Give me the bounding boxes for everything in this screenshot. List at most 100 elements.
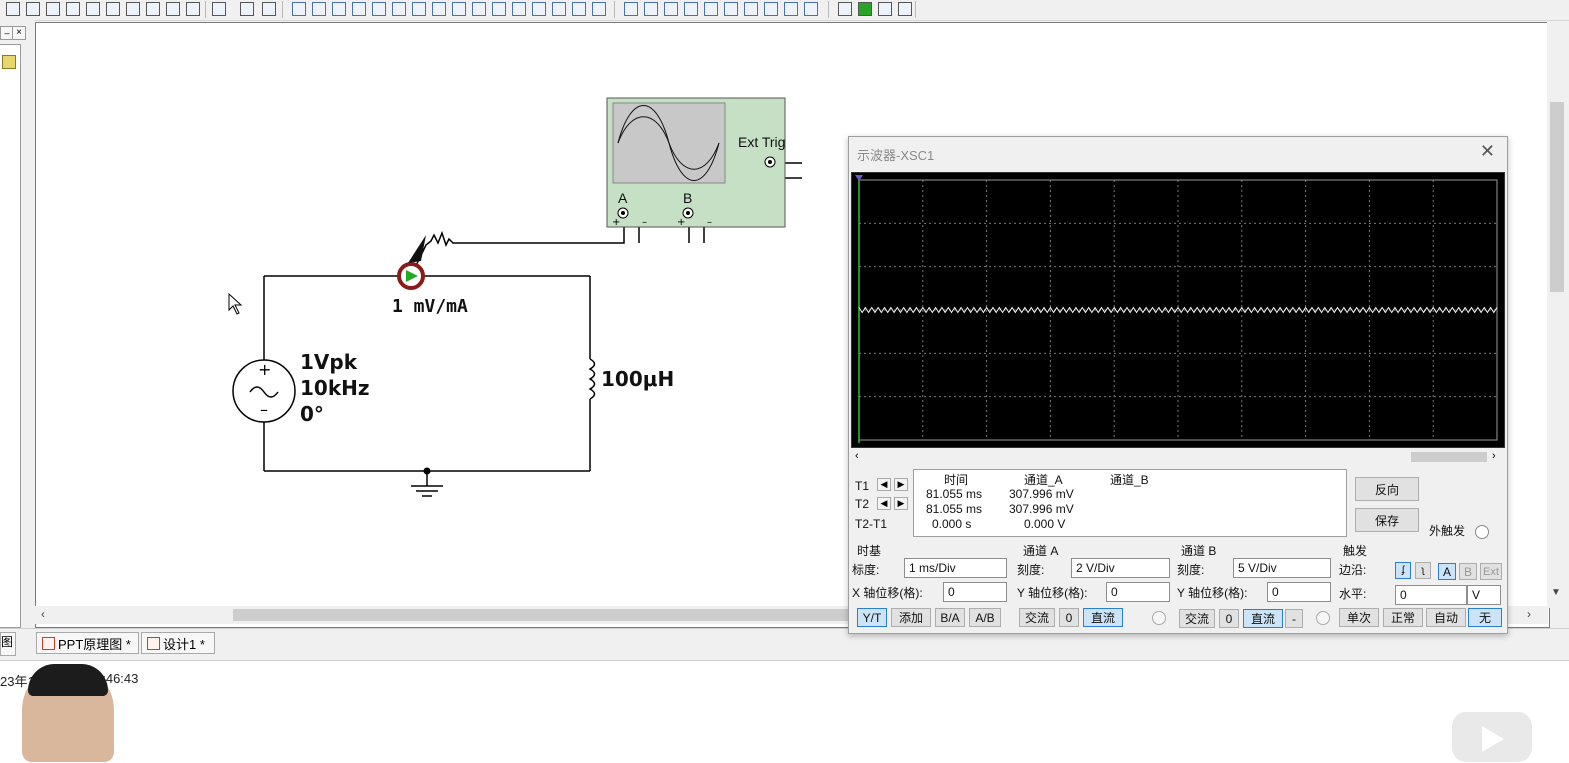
toolbar-tool-icon[interactable] <box>858 2 872 16</box>
toolbar-tool-icon[interactable] <box>432 2 446 16</box>
toolbar-tool-icon[interactable] <box>552 2 566 16</box>
trigger-source-b-button[interactable]: B <box>1459 563 1477 580</box>
scroll-right-arrow-icon[interactable]: › <box>1527 607 1531 621</box>
channel-b-dc-button[interactable]: 直流 <box>1243 609 1283 628</box>
toolbar-tool-icon[interactable] <box>312 2 326 16</box>
rising-edge-icon[interactable]: ʄ <box>1395 562 1411 579</box>
trigger-level-field[interactable]: 0 <box>1395 585 1467 605</box>
toolbar-tool-icon[interactable] <box>46 2 60 16</box>
toolbar-tool-icon[interactable] <box>332 2 346 16</box>
channel-a-radio[interactable] <box>1152 611 1166 625</box>
toolbar-tool-icon[interactable] <box>624 2 638 16</box>
t2-right-arrow-icon[interactable]: ▶ <box>894 497 908 510</box>
channel-a-dc-button[interactable]: 直流 <box>1083 608 1123 627</box>
toolbar-tool-icon[interactable] <box>6 2 20 16</box>
trigger-level-unit[interactable]: V <box>1467 585 1501 605</box>
toolbar-tool-icon[interactable] <box>106 2 120 16</box>
toolbar-tool-icon[interactable] <box>212 2 226 16</box>
toolbar-tool-icon[interactable] <box>262 2 276 16</box>
toolbar-tool-icon[interactable] <box>66 2 80 16</box>
horizontal-scroll-thumb[interactable] <box>233 609 853 621</box>
toolbar-tool-icon[interactable] <box>664 2 678 16</box>
toolbar-tool-icon[interactable] <box>186 2 200 16</box>
vertical-scroll-thumb[interactable] <box>1550 102 1564 292</box>
channel-b-ac-button[interactable]: 交流 <box>1179 609 1215 628</box>
channel-a-scale-field[interactable]: 2 V/Div <box>1071 558 1170 578</box>
t1-right-arrow-icon[interactable]: ▶ <box>894 478 908 491</box>
toolbar-tool-icon[interactable] <box>784 2 798 16</box>
toolbar-tool-icon[interactable] <box>292 2 306 16</box>
t2-left-arrow-icon[interactable]: ◀ <box>877 497 891 510</box>
toolbar-tool-icon[interactable] <box>684 2 698 16</box>
toolbar-tool-icon[interactable] <box>744 2 758 16</box>
scroll-right-arrow-icon[interactable]: › <box>1492 450 1496 462</box>
tab-design1[interactable]: 设计1 * <box>141 632 215 654</box>
toolbar-tool-icon[interactable] <box>352 2 366 16</box>
channel-b-zero-button[interactable]: 0 <box>1219 609 1239 628</box>
toolbar-tool-icon[interactable] <box>592 2 606 16</box>
screen-scrollbar[interactable]: ‹ › <box>851 449 1503 465</box>
channel-a-ypos-field[interactable]: 0 <box>1106 582 1170 602</box>
channel-b-radio[interactable] <box>1316 611 1330 625</box>
toolbar-tool-icon[interactable] <box>472 2 486 16</box>
t1-left-arrow-icon[interactable]: ◀ <box>877 478 891 491</box>
add-mode-button[interactable]: 添加 <box>891 608 931 627</box>
ab-mode-button[interactable]: A/B <box>969 608 1001 627</box>
ext-trigger-radio[interactable] <box>1475 525 1489 539</box>
toolbar-tool-icon[interactable] <box>126 2 140 16</box>
channel-a-zero-button[interactable]: 0 <box>1059 608 1079 627</box>
toolbar-tool-icon[interactable] <box>392 2 406 16</box>
video-play-icon[interactable] <box>1452 712 1532 762</box>
oscilloscope-window[interactable]: 示波器-XSC1 ✕ ‹ › T1 T2 T2-T1 ◀ ▶ ◀ ▶ 时间 通道… <box>848 136 1508 634</box>
save-button[interactable]: 保存 <box>1355 508 1419 532</box>
toolbar-tool-icon[interactable] <box>838 2 852 16</box>
toolbar-tool-icon[interactable] <box>724 2 738 16</box>
toolbar-tool-icon[interactable] <box>146 2 160 16</box>
toolbar-tool-icon[interactable] <box>412 2 426 16</box>
toolbar-tool-icon[interactable] <box>878 2 892 16</box>
scroll-left-arrow-icon[interactable]: ‹ <box>41 607 45 621</box>
scroll-down-arrow-icon[interactable]: ▼ <box>1551 587 1561 598</box>
trigger-auto-button[interactable]: 自动 <box>1426 608 1466 627</box>
folder-icon[interactable] <box>2 55 16 69</box>
oscilloscope-screen[interactable] <box>851 172 1505 448</box>
toolbar-tool-icon[interactable] <box>492 2 506 16</box>
trigger-normal-button[interactable]: 正常 <box>1383 608 1423 627</box>
vertical-scrollbar[interactable]: ▼ <box>1547 22 1567 608</box>
toolbar-tool-icon[interactable] <box>166 2 180 16</box>
channel-b-ypos-field[interactable]: 0 <box>1267 582 1331 602</box>
yt-mode-button[interactable]: Y/T <box>857 608 887 627</box>
timebase-scale-field[interactable]: 1 ms/Div <box>904 558 1007 578</box>
close-icon[interactable]: ✕ <box>1480 141 1495 162</box>
reverse-button[interactable]: 反向 <box>1355 477 1419 501</box>
channel-b-invert-button[interactable]: - <box>1285 609 1303 628</box>
x-position-field[interactable]: 0 <box>943 582 1007 602</box>
toolbar-tool-icon[interactable] <box>26 2 40 16</box>
trigger-source-ext-button[interactable]: Ext <box>1480 563 1502 580</box>
panel-close-button[interactable]: × <box>12 26 26 40</box>
trigger-source-a-button[interactable]: A <box>1438 563 1456 580</box>
toolbar-tool-icon[interactable] <box>704 2 718 16</box>
toolbar-tool-icon[interactable] <box>452 2 466 16</box>
toolbar-tool-icon[interactable] <box>532 2 546 16</box>
toolbar-tool-icon[interactable] <box>898 2 912 16</box>
toolbar-tool-icon[interactable] <box>572 2 586 16</box>
toolbar-tool-icon[interactable] <box>804 2 818 16</box>
toolbar-tool-icon[interactable] <box>512 2 526 16</box>
tab-ppt-schematic[interactable]: PPT原理图 * <box>36 632 139 654</box>
toolbar-tool-icon[interactable] <box>240 2 254 16</box>
trigger-single-button[interactable]: 单次 <box>1339 608 1379 627</box>
toolbar-tool-icon[interactable] <box>764 2 778 16</box>
falling-edge-icon[interactable]: ʅ <box>1415 562 1431 579</box>
ba-mode-button[interactable]: B/A <box>935 608 965 627</box>
toolbar-tool-icon[interactable] <box>372 2 386 16</box>
toolbar-tool-icon[interactable] <box>86 2 100 16</box>
trigger-none-button[interactable]: 无 <box>1468 608 1502 627</box>
design-toolbox-panel[interactable] <box>0 44 21 628</box>
screen-scroll-thumb[interactable] <box>1411 452 1487 462</box>
channel-a-ac-button[interactable]: 交流 <box>1019 608 1055 627</box>
tab-partial[interactable]: 图 <box>0 632 16 656</box>
scroll-left-arrow-icon[interactable]: ‹ <box>855 450 859 462</box>
channel-b-scale-field[interactable]: 5 V/Div <box>1233 558 1331 578</box>
toolbar-tool-icon[interactable] <box>644 2 658 16</box>
